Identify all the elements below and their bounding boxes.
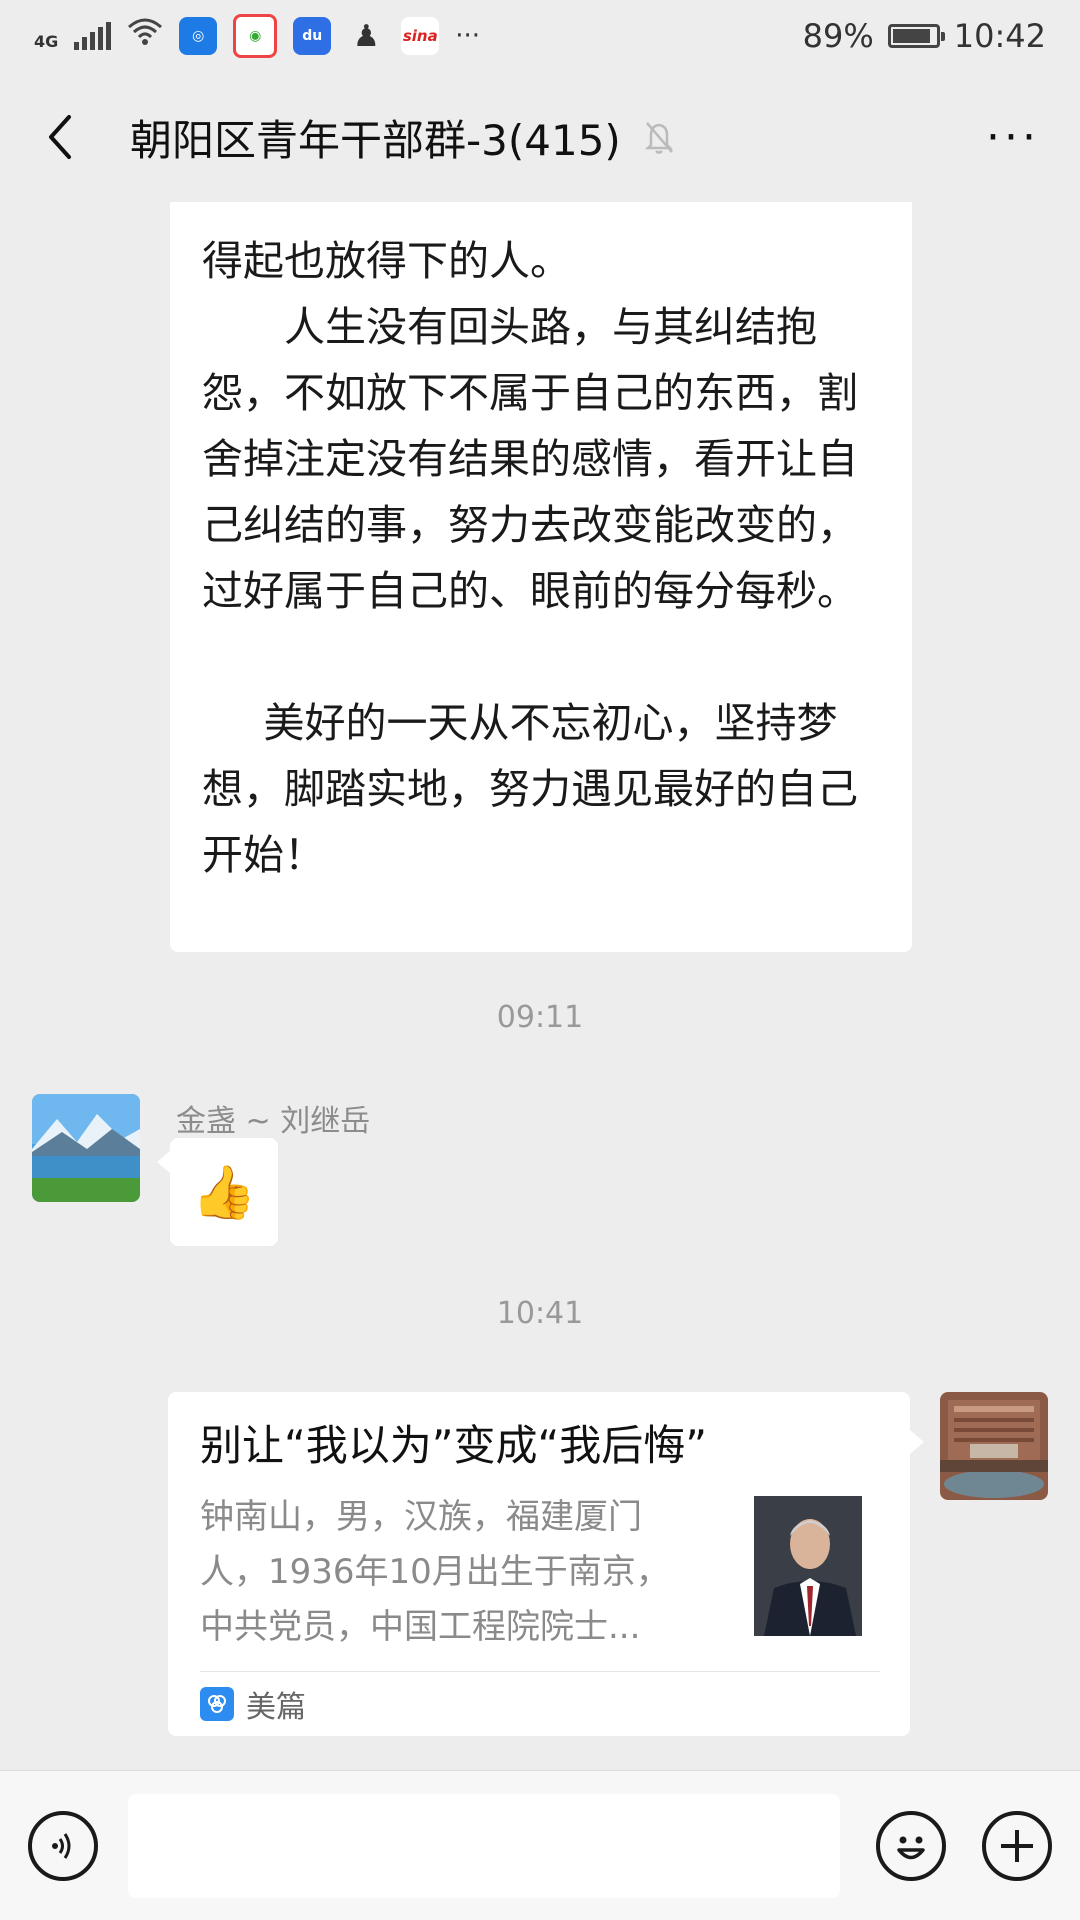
qq-icon: ♟ [352,18,380,54]
wifi-icon [127,17,163,55]
link-card-body: 钟南山，男，汉族，福建厦门人，1936年10月出生于南京，中共党员，中国工程院院… [200,1490,880,1655]
link-card-title: 别让“我以为”变成“我后悔” [200,1421,708,1470]
input-bar [0,1770,1080,1920]
battery-percent: 89% [802,17,874,55]
message-paragraph: 美好的一天从不忘初心，坚持梦想，脚踏实地，努力遇见最好的自己开始！ [202,699,858,879]
message-line: 得起也放得下的人。 [202,237,571,285]
clock: 10:42 [953,17,1046,55]
timestamp: 10:41 [496,1296,584,1331]
status-left: 4G ◎ ◉ du ♟ sina ··· [34,14,480,58]
status-bar: 4G ◎ ◉ du ♟ sina ··· 89% 10:42 [0,0,1080,72]
link-card[interactable]: 别让“我以为”变成“我后悔” 钟南山，男，汉族，福建厦门人，1936年10月出生… [168,1392,910,1736]
message-bubble-text[interactable]: 得起也放得下的人。 人生没有回头路，与其纠结抱怨，不如放下不属于自己的东西，割舍… [170,202,912,952]
avatar[interactable] [32,1094,140,1202]
link-card-description: 钟南山，男，汉族，福建厦门人，1936年10月出生于南京，中共党员，中国工程院院… [200,1497,670,1647]
link-card-thumbnail [754,1496,862,1636]
thumbs-up-icon: 👍 [191,1162,257,1223]
more-icon[interactable]: ··· [986,112,1050,163]
network-type: 4G [34,32,59,51]
emoji-icon[interactable] [876,1810,946,1881]
timestamp: 09:11 [496,1000,584,1035]
chat-messages[interactable]: 得起也放得下的人。 人生没有回头路，与其纠结抱怨，不如放下不属于自己的东西，割舍… [0,202,1080,1770]
bubble-tail [910,1430,924,1454]
signal-icon [74,22,112,50]
battery-icon [887,24,945,48]
status-right: 89% 10:42 [803,17,1046,55]
chat-title: 朝阳区青年干部群-3(415) [130,115,621,165]
plus-icon[interactable] [982,1810,1052,1881]
message-input[interactable] [128,1793,840,1898]
bubble-tail [157,1150,171,1174]
app-icon-browser: ◉ [233,14,278,58]
meipian-logo-icon [200,1687,234,1721]
bell-off-icon [639,117,679,157]
message-bubble-emoji[interactable]: 👍 [170,1138,278,1246]
sina-icon: sina [401,17,440,55]
chat-header: 朝阳区青年干部群-3(415) ··· [0,72,1080,202]
sender-name: 金盏 ~ 刘继岳 [176,1104,371,1139]
link-card-source: 美篇 [246,1690,306,1725]
message-paragraph: 人生没有回头路，与其纠结抱怨，不如放下不属于自己的东西，割舍掉注定没有结果的感情… [202,303,858,615]
chevron-left-icon[interactable] [30,107,90,167]
baidu-icon: du [293,17,332,55]
link-card-footer: 美篇 [200,1671,880,1736]
clipped-line [202,202,880,228]
battery-fill [892,29,930,43]
app-icon-blue: ◎ [179,17,218,55]
status-more-icon: ··· [455,21,481,51]
avatar[interactable] [940,1392,1048,1500]
voice-icon[interactable] [28,1810,98,1881]
